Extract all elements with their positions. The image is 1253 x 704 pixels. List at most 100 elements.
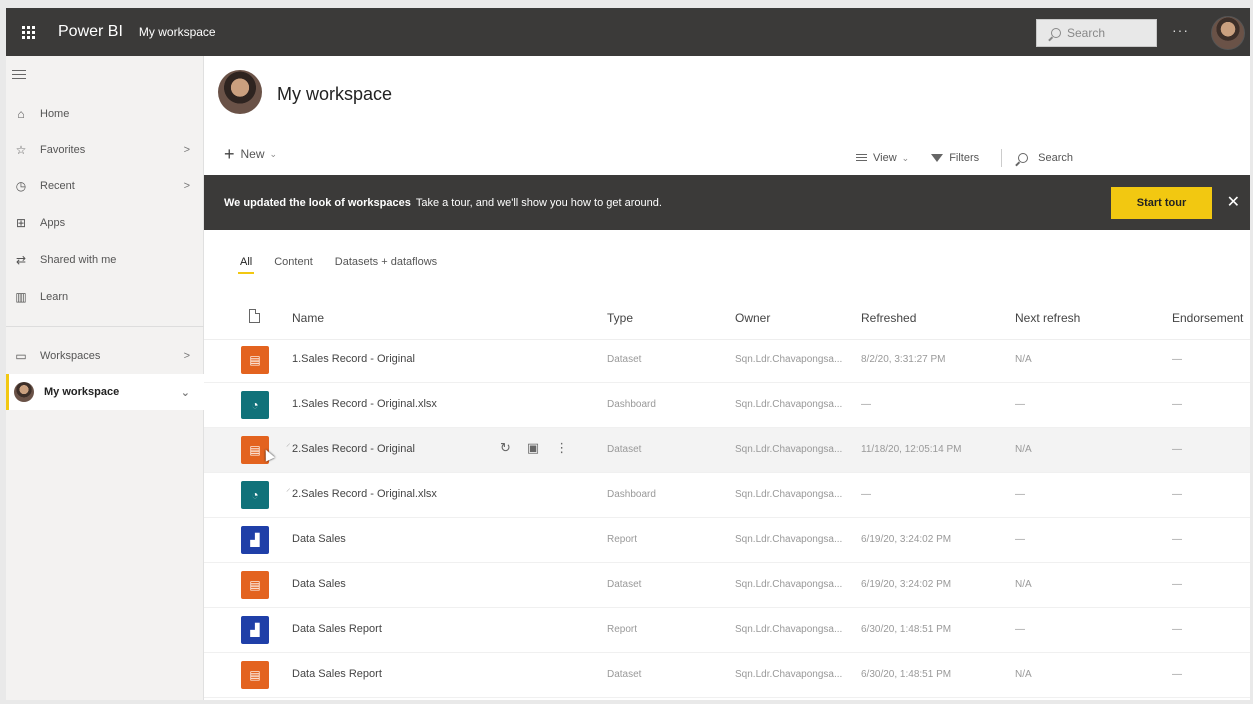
item-name[interactable]: 1.Sales Record - Original xyxy=(292,353,415,365)
item-refreshed: 6/30/20, 1:48:51 PM xyxy=(861,669,952,680)
filters-button[interactable]: Filters xyxy=(931,152,979,164)
avatar xyxy=(14,382,34,402)
item-type: Dataset xyxy=(607,354,642,365)
global-search-input[interactable]: Search xyxy=(1036,19,1157,47)
item-owner: Sqn.Ldr.Chavapongsa... xyxy=(735,489,843,500)
search-icon xyxy=(1051,28,1061,38)
more-options-button[interactable]: ··· xyxy=(1172,22,1189,38)
item-name[interactable]: 2.Sales Record - Original xyxy=(292,443,415,455)
sidebar-item-learn[interactable]: ▥ Learn xyxy=(6,279,204,315)
sidebar-item-my-workspace[interactable]: My workspace ⌄ xyxy=(6,374,204,410)
clock-icon: ◷ xyxy=(15,179,27,193)
item-next-refresh: N/A xyxy=(1015,579,1032,590)
main-content: My workspace + New ⌄ View ⌄ Filters Sear… xyxy=(204,56,1250,700)
column-header-refreshed[interactable]: Refreshed xyxy=(861,311,916,325)
account-avatar[interactable] xyxy=(1211,16,1245,50)
sidebar-item-favorites[interactable]: ☆ Favorites > xyxy=(6,132,204,168)
item-next-refresh: N/A xyxy=(1015,669,1032,680)
brand-name[interactable]: Power BI xyxy=(58,23,123,41)
table-row[interactable]: ▤ ⸝ 2.Sales Record - Original ↻ ▣ ⋮ Data… xyxy=(204,428,1250,473)
filter-icon xyxy=(931,154,944,162)
column-header-next-refresh[interactable]: Next refresh xyxy=(1015,311,1080,325)
search-placeholder: Search xyxy=(1067,26,1106,40)
sidebar-item-recent[interactable]: ◷ Recent > xyxy=(6,168,204,204)
sidebar-item-home[interactable]: ⌂ Home xyxy=(6,96,204,132)
item-type: Dashboard xyxy=(607,489,656,500)
item-owner: Sqn.Ldr.Chavapongsa... xyxy=(735,624,843,635)
table-row[interactable]: ▟ Data Sales Report Sqn.Ldr.Chavapongsa.… xyxy=(204,518,1250,563)
row-actions: ↻ ▣ ⋮ xyxy=(500,440,584,456)
item-name[interactable]: 1.Sales Record - Original.xlsx xyxy=(292,398,437,410)
plus-icon: + xyxy=(224,144,235,164)
workspaces-icon: ▭ xyxy=(15,349,27,363)
item-owner: Sqn.Ldr.Chavapongsa... xyxy=(735,669,843,680)
new-item-marker-icon: ⸝ xyxy=(286,438,291,448)
chevron-down-icon: ⌄ xyxy=(901,152,910,163)
item-endorsement: — xyxy=(1172,579,1182,590)
item-endorsement: — xyxy=(1172,489,1182,500)
item-name[interactable]: 2.Sales Record - Original.xlsx xyxy=(292,488,437,500)
schedule-refresh-icon[interactable]: ▣ xyxy=(527,440,539,456)
tab-datasets-dataflows[interactable]: Datasets + dataflows xyxy=(335,256,437,274)
search-icon xyxy=(1018,153,1029,163)
hamburger-menu-icon[interactable] xyxy=(12,70,26,82)
report-icon: ▟ xyxy=(241,616,269,644)
sidebar-item-label: Learn xyxy=(40,291,69,303)
report-icon: ▟ xyxy=(241,526,269,554)
app-launcher-button[interactable] xyxy=(6,8,50,56)
tab-content[interactable]: Content xyxy=(274,256,313,274)
dataset-icon: ▤ xyxy=(241,571,269,599)
table-row[interactable]: ▟ Data Sales Report Report Sqn.Ldr.Chava… xyxy=(204,608,1250,653)
search-label: Search xyxy=(1038,152,1074,164)
column-header-type[interactable]: Type xyxy=(607,311,633,325)
chevron-down-icon: ⌄ xyxy=(180,386,190,399)
sidebar-item-label: Shared with me xyxy=(40,254,117,266)
item-refreshed: 8/2/20, 3:31:27 PM xyxy=(861,354,946,365)
more-options-icon[interactable]: ⋮ xyxy=(555,440,568,456)
divider xyxy=(1001,149,1003,167)
table-row[interactable]: ◔ 1.Sales Record - Original.xlsx Dashboa… xyxy=(204,383,1250,428)
item-name[interactable]: Data Sales xyxy=(292,578,346,590)
sidebar-item-workspaces[interactable]: ▭ Workspaces > xyxy=(6,338,204,374)
waffle-icon xyxy=(21,25,35,39)
sidebar-divider xyxy=(6,326,204,327)
chevron-right-icon: > xyxy=(183,144,190,156)
column-header-name[interactable]: Name xyxy=(292,311,324,325)
item-owner: Sqn.Ldr.Chavapongsa... xyxy=(735,444,843,455)
item-next-refresh: — xyxy=(1015,624,1025,635)
command-bar-right: View ⌄ Filters Search xyxy=(856,149,1095,167)
table-row[interactable]: ◔ ⸝ 2.Sales Record - Original.xlsx Dashb… xyxy=(204,473,1250,518)
item-next-refresh: N/A xyxy=(1015,444,1032,455)
item-owner: Sqn.Ldr.Chavapongsa... xyxy=(735,579,843,590)
table-row[interactable]: ▤ 1.Sales Record - Original Dataset Sqn.… xyxy=(204,338,1250,383)
tab-all[interactable]: All xyxy=(237,256,255,274)
sidebar-item-apps[interactable]: ⊞ Apps xyxy=(6,205,204,241)
item-name[interactable]: Data Sales Report xyxy=(292,623,382,635)
item-next-refresh: — xyxy=(1015,489,1025,500)
column-header-endorsement[interactable]: Endorsement xyxy=(1172,311,1243,325)
sidebar-item-shared-with-me[interactable]: ⇄ Shared with me xyxy=(6,242,204,278)
item-next-refresh: — xyxy=(1015,399,1025,410)
item-name[interactable]: Data Sales xyxy=(292,533,346,545)
table-row[interactable]: ▤ Data Sales Dataset Sqn.Ldr.Chavapongsa… xyxy=(204,563,1250,608)
home-icon: ⌂ xyxy=(17,107,25,121)
dataset-icon: ▤ xyxy=(241,346,269,374)
item-refreshed: 6/19/20, 3:24:02 PM xyxy=(861,579,952,590)
item-name[interactable]: Data Sales Report xyxy=(292,668,382,680)
new-item-marker-icon: ⸝ xyxy=(286,483,291,493)
workspace-avatar xyxy=(218,70,262,114)
start-tour-button[interactable]: Start tour xyxy=(1111,187,1212,219)
table-row[interactable]: ▤ Data Sales Report Dataset Sqn.Ldr.Chav… xyxy=(204,653,1250,698)
view-button[interactable]: View ⌄ xyxy=(856,152,909,164)
sidebar-item-label: Workspaces xyxy=(40,350,101,362)
workspace-search-input[interactable]: Search xyxy=(1018,152,1073,164)
sidebar-item-label: My workspace xyxy=(44,386,120,398)
item-refreshed: 6/30/20, 1:48:51 PM xyxy=(861,624,952,635)
refresh-icon[interactable]: ↻ xyxy=(500,440,511,456)
new-button[interactable]: + New ⌄ xyxy=(224,144,277,164)
close-icon[interactable]: ✕ xyxy=(1227,192,1240,212)
table-row-partial xyxy=(204,698,1250,700)
column-header-owner[interactable]: Owner xyxy=(735,311,770,325)
breadcrumb[interactable]: My workspace xyxy=(139,25,216,39)
item-refreshed: 11/18/20, 12:05:14 PM xyxy=(861,444,962,455)
